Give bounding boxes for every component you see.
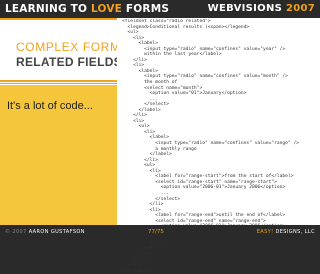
title-highlight: LOVE — [90, 3, 123, 15]
accent-stripe-middle — [0, 80, 117, 82]
accent-stripe-thin — [0, 83, 117, 84]
slide-heading-line2: RELATED FIELDS — [16, 55, 122, 69]
event-label: WEBVISIONS — [207, 3, 283, 14]
footer-company: EASY! DESIGNS, LLC — [257, 229, 315, 236]
event-name: WEBVISIONS 2007 — [208, 3, 315, 15]
accent-stripe-top — [0, 18, 117, 20]
copyright: © 2007 — [5, 229, 27, 235]
slide-note: It's a lot of code... — [7, 100, 93, 112]
title-suffix: FORMS — [125, 3, 170, 15]
slide-heading-line1: COMPLEX FORM: — [16, 40, 125, 54]
event-year: 2007 — [285, 3, 315, 14]
presentation-title: LEARNING TO LOVE FORMS — [5, 3, 169, 15]
company-prefix: EASY! — [256, 229, 274, 235]
title-prefix: LEARNING TO — [5, 3, 88, 15]
footer-credit: © 2007 AARON GUSTAFSON — [5, 229, 85, 236]
page-number: 77/75 — [148, 229, 164, 235]
company-suffix: DESIGNS, LLC — [275, 229, 315, 235]
author-name: AARON GUSTAFSON — [28, 229, 85, 235]
